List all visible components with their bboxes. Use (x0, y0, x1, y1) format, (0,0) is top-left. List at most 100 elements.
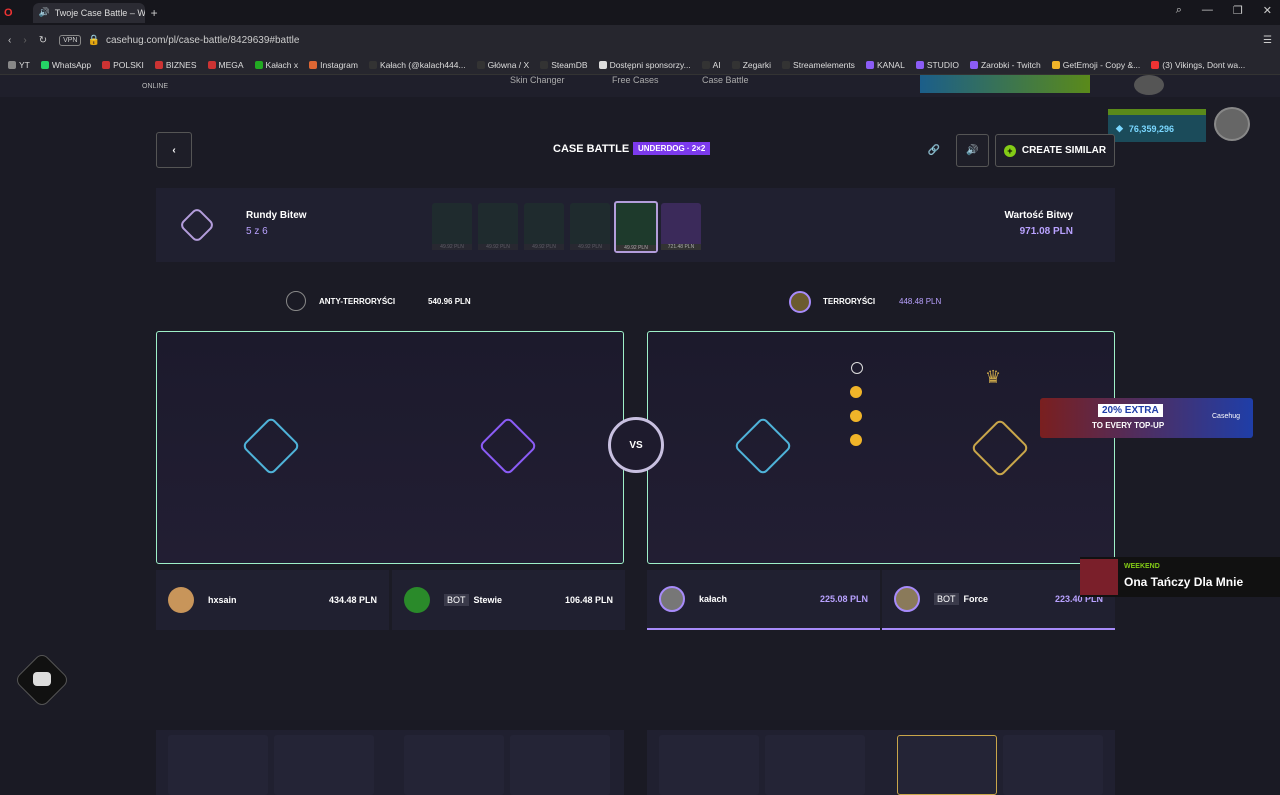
emoji-2[interactable] (850, 410, 862, 422)
bookmark-item[interactable]: POLSKI (102, 60, 144, 70)
emoji-3[interactable] (850, 434, 862, 446)
ct-slots (156, 331, 624, 564)
minimize-button[interactable]: — (1202, 4, 1213, 17)
smile-icon[interactable] (851, 362, 863, 374)
link-icon[interactable]: 🔗 (918, 134, 950, 166)
player-avatar[interactable] (894, 586, 920, 612)
bookmark-item[interactable]: KANAL (865, 60, 905, 70)
bot-badge: BOT (444, 594, 469, 606)
case-price: 49.92 PLN (616, 245, 656, 251)
bookmark-label: WhatsApp (51, 59, 92, 70)
player-avatar[interactable] (404, 587, 430, 613)
browser-tabbar: O 🔊 Twoje Case Battle – W + ⌕ — ❐ ✕ (0, 0, 1280, 25)
online-label: ONLINE (142, 83, 169, 90)
maximize-button[interactable]: ❐ (1233, 4, 1243, 17)
player-value: 225.08 PLN (819, 594, 868, 604)
bookmark-icon (782, 60, 791, 69)
bookmark-item[interactable]: AI (701, 59, 721, 70)
case-thumb[interactable]: 49.92 PLN (570, 203, 610, 250)
case-price: 49.92 PLN (478, 244, 518, 250)
bookmark-item[interactable]: Kałach (@kalach444... (368, 60, 466, 70)
url-field[interactable]: casehug.com/pl/case-battle/8429639#battl… (106, 35, 299, 46)
bookmark-label: (3) Vikings, Dont wa... (1162, 59, 1246, 70)
bookmark-item[interactable]: YT (8, 60, 30, 70)
bookmark-label: Kałach x (265, 59, 299, 70)
mini-card (510, 735, 610, 795)
case-thumb[interactable]: 49.92 PLN (614, 201, 658, 253)
t-team-name: TERRORYŚCI (823, 297, 876, 306)
bookmark-item[interactable]: BIZNES (154, 60, 197, 70)
bookmark-label: AI (712, 59, 721, 70)
balance-box[interactable]: ◆ 76,359,296 (1108, 109, 1206, 142)
nav-skin-changer[interactable]: Skin Changer (510, 75, 565, 85)
chat-icon[interactable] (33, 672, 51, 686)
case-price: 721.48 PLN (661, 244, 701, 250)
case-thumb[interactable]: 49.92 PLN (432, 203, 472, 250)
tab-title: Twoje Case Battle – W (54, 7, 145, 18)
promo-banner[interactable]: 20% EXTRA TO EVERY TOP-UP Casehug (1040, 398, 1253, 438)
coin-icon: ◆ (1116, 123, 1123, 133)
opera-icon[interactable]: O (4, 7, 13, 19)
bookmark-label: Dostępni sponsorzy... (609, 59, 691, 70)
menu-icon[interactable]: ☰ (1263, 35, 1272, 46)
avatar[interactable] (1134, 75, 1164, 95)
bookmark-item[interactable]: Dostępni sponsorzy... (598, 59, 691, 70)
search-icon[interactable]: ⌕ (1176, 4, 1182, 17)
case-thumb[interactable]: 721.48 PLN (661, 203, 701, 250)
deposit-button[interactable] (920, 75, 1090, 93)
bookmark-icon (865, 60, 874, 69)
bookmark-label: STUDIO (926, 59, 959, 70)
case-price: 49.92 PLN (524, 244, 564, 250)
forward-icon[interactable]: › (23, 35, 26, 46)
bookmark-item[interactable]: SteamDB (540, 60, 588, 70)
sound-button[interactable]: 🔊 (956, 134, 989, 167)
new-tab-button[interactable]: + (151, 6, 158, 20)
reload-icon[interactable]: ↻ (39, 35, 47, 46)
create-similar-button[interactable]: + CREATE SIMILAR (995, 134, 1115, 167)
mini-card (765, 735, 865, 795)
nav-free-cases[interactable]: Free Cases (612, 75, 659, 85)
back-button[interactable]: ‹ (156, 132, 192, 168)
bookmark-item[interactable]: STUDIO (915, 59, 959, 70)
bot-badge: BOT (934, 593, 959, 605)
player-avatar[interactable] (659, 586, 685, 612)
bookmark-icon (701, 60, 710, 69)
bookmark-item[interactable]: MEGA (207, 60, 244, 70)
emoji-1[interactable] (850, 386, 862, 398)
balance-value: 76,359,296 (1128, 123, 1174, 134)
case-price: 49.92 PLN (570, 244, 610, 250)
nav-case-battle[interactable]: Case Battle (702, 75, 749, 85)
bookmark-item[interactable]: Zarobki - Twitch (969, 60, 1041, 70)
close-button[interactable]: ✕ (1263, 4, 1272, 17)
bookmark-icon (476, 60, 485, 69)
vpn-badge[interactable]: VPN (59, 34, 82, 46)
bookmark-item[interactable]: (3) Vikings, Dont wa... (1151, 60, 1245, 70)
browser-tab[interactable]: 🔊 Twoje Case Battle – W (32, 2, 145, 23)
player-name: hxsain (208, 595, 237, 605)
case-price: 49.92 PLN (432, 244, 472, 250)
player-avatar[interactable] (168, 587, 194, 613)
bookmark-item[interactable]: Instagram (309, 60, 358, 70)
bookmark-item[interactable]: Główna / X (476, 60, 529, 70)
bookmark-icon (40, 60, 49, 69)
bookmark-item[interactable]: Zegarki (731, 60, 771, 70)
bookmark-item[interactable]: Streamelements (782, 60, 855, 70)
player-card: kałach 225.08 PLN (647, 570, 880, 630)
case-thumb[interactable]: 49.92 PLN (524, 203, 564, 250)
address-bar: ‹ › ↻ VPN 🔒 casehug.com/pl/case-battle/8… (0, 25, 1280, 55)
casehug-page: ONLINE Skin Changer Free Cases Case Batt… (0, 75, 1280, 795)
case-thumb[interactable]: 49.92 PLN (478, 203, 518, 250)
mini-card (659, 735, 759, 795)
bookmark-item[interactable]: GetEmoji - Copy &... (1051, 60, 1140, 70)
bookmark-item[interactable]: WhatsApp (40, 59, 92, 70)
back-icon[interactable]: ‹ (8, 35, 11, 46)
bookmark-label: POLSKI (113, 59, 144, 70)
bookmark-icon (309, 60, 318, 69)
user-avatar[interactable] (1214, 107, 1250, 141)
create-similar-label: CREATE SIMILAR (1021, 145, 1107, 156)
bookmark-item[interactable]: Kałach x (254, 59, 299, 70)
battle-title: CASE BATTLE (553, 143, 630, 155)
lock-icon: 🔒 (87, 34, 100, 46)
battle-value-label: Wartość Bitwy (1004, 210, 1073, 221)
bookmark-icon (8, 60, 16, 69)
